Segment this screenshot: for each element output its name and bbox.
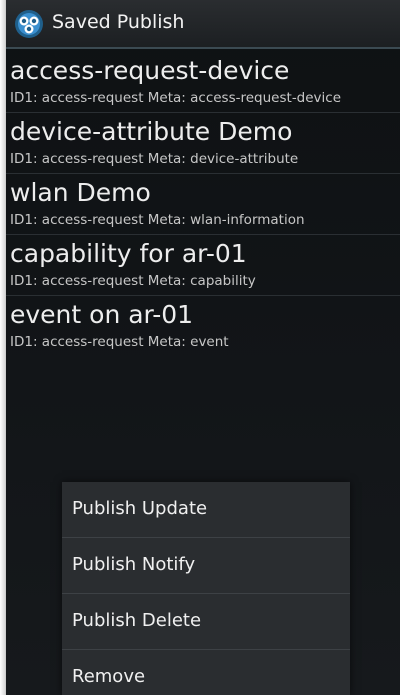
list-item-title: capability for ar-01 [10,239,247,268]
app-title: Saved Publish [52,11,185,33]
menu-item-label: Publish Notify [72,554,196,575]
list-item-title: event on ar-01 [10,300,194,329]
list-item[interactable]: event on ar-01 ID1: access-request Meta:… [6,296,400,357]
list-item[interactable]: access-request-device ID1: access-reques… [6,52,400,113]
list-item[interactable]: device-attribute Demo ID1: access-reques… [6,113,400,174]
menu-item-publish-notify[interactable]: Publish Notify [62,538,350,594]
menu-item-label: Publish Update [72,498,208,519]
list-item-subtitle: ID1: access-request Meta: event [10,334,229,350]
list-item-title: access-request-device [10,56,290,85]
app-screen: Saved Publish access-request-device ID1:… [6,0,400,695]
menu-item-publish-delete[interactable]: Publish Delete [62,594,350,650]
context-menu: Publish Update Publish Notify Publish De… [62,482,350,695]
action-bar: Saved Publish [6,0,400,49]
list-item-subtitle: ID1: access-request Meta: capability [10,273,256,289]
app-logo-icon[interactable] [13,8,45,40]
list-item[interactable]: capability for ar-01 ID1: access-request… [6,235,400,296]
list-item-subtitle: ID1: access-request Meta: wlan-informati… [10,212,305,228]
menu-item-publish-update[interactable]: Publish Update [62,482,350,538]
menu-item-label: Remove [72,666,146,687]
saved-publish-list: access-request-device ID1: access-reques… [6,52,400,357]
list-item-subtitle: ID1: access-request Meta: access-request… [10,90,342,106]
menu-item-label: Publish Delete [72,610,202,631]
list-item-title: wlan Demo [10,178,151,207]
list-item[interactable]: wlan Demo ID1: access-request Meta: wlan… [6,174,400,235]
menu-item-remove[interactable]: Remove [62,650,350,695]
list-item-title: device-attribute Demo [10,117,293,146]
list-item-subtitle: ID1: access-request Meta: device-attribu… [10,151,299,167]
